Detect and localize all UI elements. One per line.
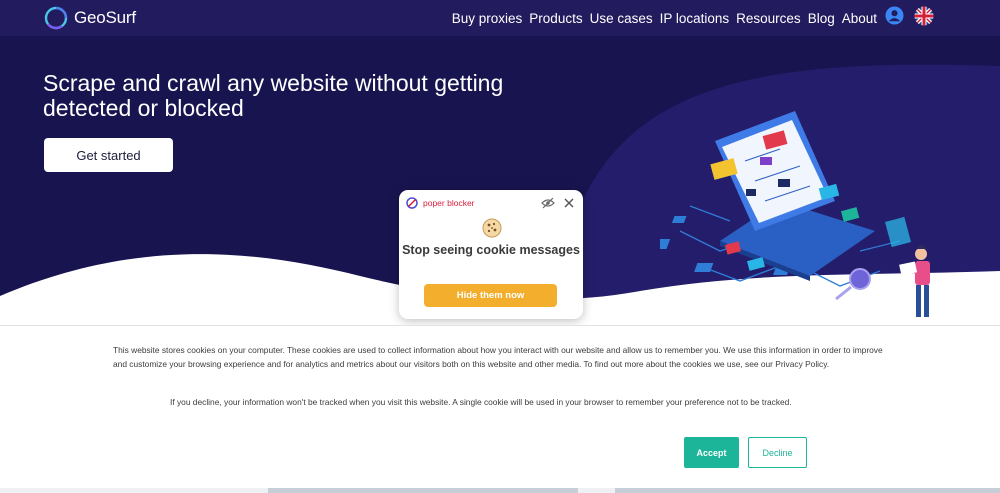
nav-about[interactable]: About xyxy=(842,11,877,26)
poper-blocker-icon xyxy=(406,197,418,209)
uk-flag-icon[interactable] xyxy=(914,6,934,31)
popup-message: Stop seeing cookie messages xyxy=(402,243,580,257)
accept-button[interactable]: Accept xyxy=(684,437,739,468)
nav-ip-locations[interactable]: IP locations xyxy=(660,11,730,26)
poper-blocker-brand: poper blocker xyxy=(406,197,475,209)
nav-links: Buy proxies Products Use cases IP locati… xyxy=(452,0,1000,36)
logo-text: GeoSurf xyxy=(74,8,136,27)
nav-buy-proxies[interactable]: Buy proxies xyxy=(452,11,523,26)
bottom-strip-segment xyxy=(268,488,578,493)
cookie-decline-info-text: If you decline, your information won't b… xyxy=(170,397,792,407)
cookie-notice-text: This website stores cookies on your comp… xyxy=(113,345,883,369)
nav-products[interactable]: Products xyxy=(529,11,582,26)
nav-resources[interactable]: Resources xyxy=(736,11,801,26)
nav-blog[interactable]: Blog xyxy=(808,11,835,26)
nav-use-cases[interactable]: Use cases xyxy=(590,11,653,26)
close-icon[interactable] xyxy=(563,196,575,214)
hide-them-now-button[interactable]: Hide them now xyxy=(424,284,557,307)
cookie-icon xyxy=(482,218,502,243)
top-navigation-bar: GeoSurf Buy proxies Products Use cases I… xyxy=(0,0,1000,36)
user-circle-icon[interactable] xyxy=(885,6,904,30)
eye-off-icon[interactable] xyxy=(541,196,555,214)
hero-title: Scrape and crawl any website without get… xyxy=(43,70,504,121)
poper-blocker-label: poper blocker xyxy=(423,198,475,208)
decline-button[interactable]: Decline xyxy=(748,437,807,468)
bottom-strip-segment xyxy=(615,488,1000,493)
geosurf-logo[interactable]: GeoSurf xyxy=(44,5,136,31)
page-bottom-strip xyxy=(0,488,1000,493)
poper-blocker-popup: poper blocker Stop seeing cookie message… xyxy=(399,190,583,319)
get-started-button[interactable]: Get started xyxy=(44,138,173,172)
cookie-consent-banner: This website stores cookies on your comp… xyxy=(0,325,1000,488)
geosurf-logo-icon xyxy=(44,6,68,30)
isometric-laptop-illustration xyxy=(660,111,930,317)
